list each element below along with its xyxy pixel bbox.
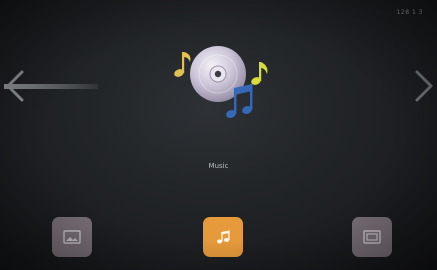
chevron-left-icon [4, 70, 98, 102]
next-button[interactable] [411, 68, 437, 104]
video-button[interactable] [352, 217, 392, 257]
music-button[interactable] [203, 217, 243, 257]
media-launcher-screen: 128 1 3 Music [0, 0, 437, 270]
video-icon [363, 230, 381, 244]
cd-music-icon [174, 46, 268, 118]
gallery-button[interactable] [52, 217, 92, 257]
music-hero[interactable] [168, 40, 276, 128]
prev-button[interactable] [0, 68, 100, 104]
image-icon [63, 230, 81, 244]
music-note-icon [216, 230, 230, 244]
chevron-right-icon [415, 70, 433, 102]
status-indicator: 128 1 3 [396, 9, 423, 16]
hero-label: Music [208, 162, 229, 170]
